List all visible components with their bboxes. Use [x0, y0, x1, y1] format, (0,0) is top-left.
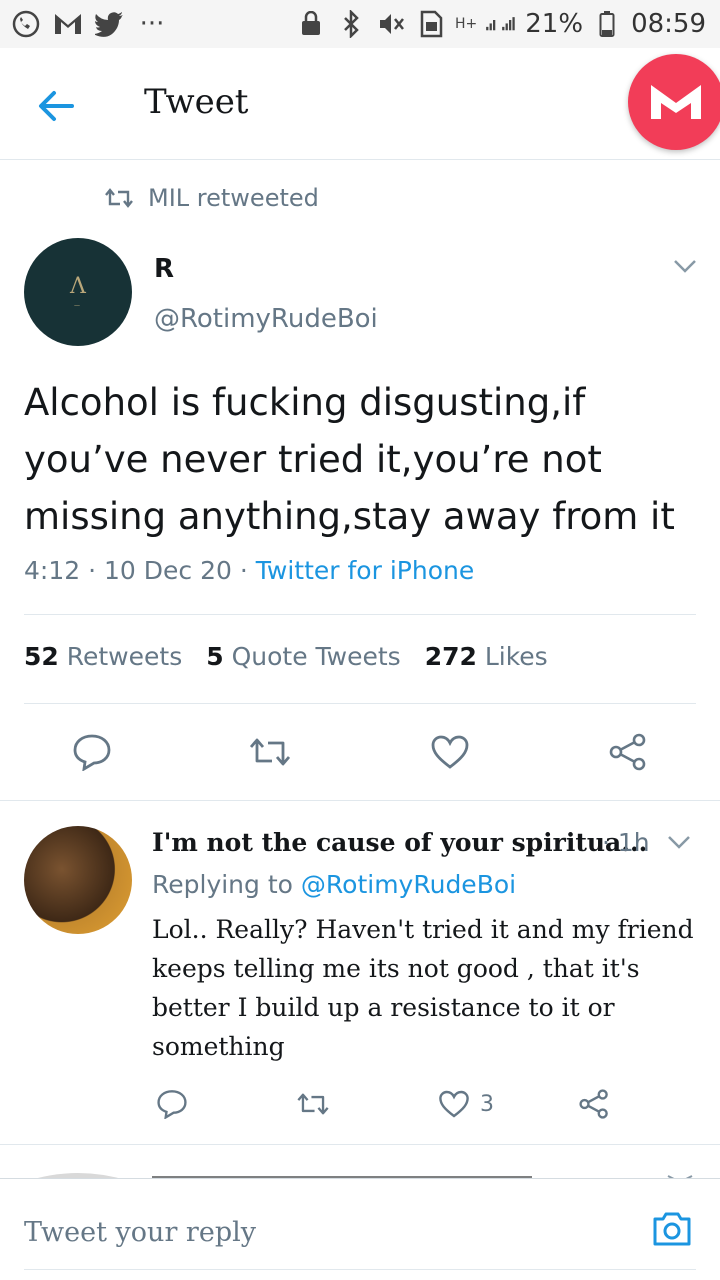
retweet-context: MIL retweeted [104, 184, 319, 212]
tweet-actions [0, 722, 720, 782]
like-button[interactable] [428, 730, 472, 774]
meta-separator: · [239, 556, 256, 585]
notification-icons: ··· [10, 8, 168, 40]
quotes-stat[interactable]: 5 Quote Tweets [206, 642, 400, 671]
quotes-label: Quote Tweets [231, 642, 401, 671]
reply-like-button[interactable]: 3 [438, 1084, 494, 1124]
divider [0, 800, 720, 801]
musixmatch-icon [651, 85, 701, 119]
retweet-icon [105, 188, 133, 208]
back-button[interactable] [32, 84, 80, 128]
tweet-source-link[interactable]: Twitter for iPhone [256, 556, 474, 585]
divider [0, 1144, 720, 1145]
divider [24, 703, 696, 704]
status-bar: ··· H+ 21% 08:59 [0, 0, 720, 48]
tweet-menu-button[interactable] [670, 254, 700, 278]
reply-menu-button[interactable] [664, 830, 694, 854]
reply-icon [157, 1090, 187, 1119]
tweet-stats: 52 Retweets 5 Quote Tweets 272 Likes [24, 642, 548, 671]
retweeted-by-label: MIL retweeted [148, 184, 319, 212]
floating-app-bubble[interactable] [628, 54, 720, 150]
chevron-down-icon [668, 836, 690, 849]
reply-time: · 1h [602, 828, 650, 857]
retweet-button[interactable] [248, 730, 292, 774]
gmail-icon [52, 8, 84, 40]
chevron-down-icon [674, 260, 696, 273]
page-title: Tweet [144, 82, 249, 122]
quotes-count: 5 [206, 642, 224, 671]
reply-button[interactable] [70, 730, 114, 774]
likes-count: 272 [424, 642, 477, 671]
retweets-count: 52 [24, 642, 59, 671]
reply-reply-button[interactable] [156, 1084, 188, 1124]
avatar-logo-mark: — [74, 301, 82, 309]
tweet-date: 10 Dec 20 [104, 556, 232, 585]
reply-share-button[interactable] [578, 1084, 610, 1124]
signal-icon [485, 8, 517, 40]
avatar-logo-icon: Λ [70, 273, 86, 299]
reply-author-name[interactable]: I'm not the cause of your spiritua... [152, 828, 647, 857]
author-handle[interactable]: @RotimyRudeBoi [154, 304, 378, 334]
author-avatar[interactable]: Λ — [24, 238, 132, 346]
arrow-left-icon [39, 91, 74, 121]
whatsapp-icon [10, 8, 42, 40]
bluetooth-icon [335, 8, 367, 40]
tweet-text: Alcohol is fucking disgusting,if you’ve … [24, 381, 675, 538]
camera-icon [653, 1212, 691, 1246]
tweet-time: 4:12 [24, 556, 81, 585]
reply-icon [73, 734, 111, 771]
replying-prefix: Replying to [152, 870, 293, 899]
replying-mention-link[interactable]: @RotimyRudeBoi [301, 870, 516, 899]
top-app-bar: Tweet [0, 48, 720, 160]
more-notifications-icon: ··· [139, 9, 165, 39]
mute-icon [375, 8, 407, 40]
composer-underline [24, 1269, 696, 1270]
camera-button[interactable] [650, 1209, 694, 1249]
share-button[interactable] [606, 730, 650, 774]
twitter-icon [94, 8, 126, 40]
share-icon [579, 1089, 608, 1119]
share-icon [609, 733, 646, 771]
tweet-meta: 4:12 · 10 Dec 20 · Twitter for iPhone [24, 556, 474, 585]
reply-time-value: 1h [617, 828, 650, 857]
author-name[interactable]: R [154, 254, 174, 284]
likes-stat[interactable]: 272 Likes [425, 642, 548, 671]
heart-icon [439, 1090, 469, 1118]
reply-avatar[interactable] [24, 826, 132, 934]
retweet-icon [249, 738, 291, 766]
battery-icon [591, 8, 623, 40]
system-status: H+ 21% 08:59 [295, 8, 706, 40]
replying-to: Replying to @RotimyRudeBoi [152, 870, 516, 899]
reply-text: Lol.. Really? Haven't tried it and my fr… [152, 915, 694, 1061]
heart-icon [431, 735, 469, 769]
reply-like-count: 3 [480, 1091, 494, 1117]
retweets-label: Retweets [66, 642, 183, 671]
retweets-stat[interactable]: 52 Retweets [24, 642, 182, 671]
reply-composer [0, 1178, 720, 1280]
network-type: H+ [455, 16, 478, 32]
meta-separator: · [88, 556, 104, 585]
likes-label: Likes [484, 642, 548, 671]
clock: 08:59 [631, 9, 706, 39]
sim-icon [415, 8, 447, 40]
divider [24, 614, 696, 615]
battery-percent: 21% [525, 9, 584, 39]
reply-retweet-button[interactable] [296, 1084, 330, 1124]
reply-input[interactable] [24, 1217, 624, 1248]
lock-icon [295, 8, 327, 40]
retweet-icon [297, 1093, 329, 1115]
